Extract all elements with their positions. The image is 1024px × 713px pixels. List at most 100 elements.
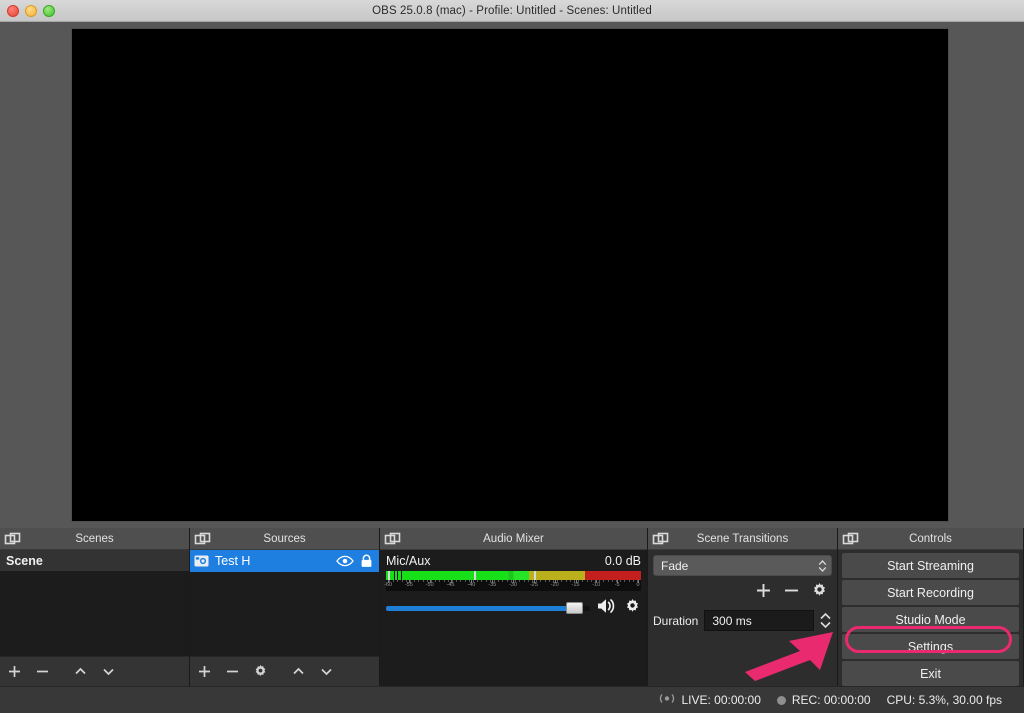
meter-minor-tick	[578, 580, 580, 582]
meter-minor-tick	[485, 580, 487, 582]
lock-icon[interactable]	[360, 554, 373, 568]
meter-minor-tick	[540, 580, 542, 582]
scenes-list[interactable]: Scene	[0, 550, 189, 656]
sources-toolbar	[190, 656, 379, 686]
float-dock-icon[interactable]	[384, 531, 401, 547]
duration-input[interactable]: 300 ms	[704, 610, 814, 631]
speaker-icon[interactable]	[596, 597, 618, 618]
meter-peak-marker	[534, 571, 536, 580]
meter-minor-tick	[624, 580, 626, 582]
transitions-dock-title: Scene Transitions	[696, 532, 789, 545]
settings-button[interactable]: Settings	[842, 634, 1019, 659]
meter-minor-tick	[468, 580, 470, 582]
meter-minor-tick	[569, 580, 571, 582]
exit-button[interactable]: Exit	[842, 661, 1019, 686]
sources-dock: Sources Test H	[189, 528, 379, 686]
meter-minor-tick	[389, 580, 390, 582]
float-dock-icon[interactable]	[842, 531, 859, 547]
mixer-settings-gear-icon[interactable]	[624, 598, 641, 618]
meter-minor-tick	[582, 580, 584, 582]
minimize-button[interactable]	[25, 5, 37, 17]
start-streaming-button[interactable]: Start Streaming	[842, 553, 1019, 578]
move-source-up-button[interactable]	[284, 658, 312, 686]
source-list-item[interactable]: Test H	[190, 550, 379, 572]
transition-buttons	[653, 582, 828, 602]
slider-handle[interactable]	[565, 601, 583, 614]
meter-minor-tick	[502, 580, 504, 582]
studio-mode-button[interactable]: Studio Mode	[842, 607, 1019, 632]
start-recording-button[interactable]: Start Recording	[842, 580, 1019, 605]
meter-minor-tick	[410, 580, 412, 582]
transitions-body: Fade Duration 300 ms	[648, 550, 837, 686]
mixer-channel-name: Mic/Aux	[386, 554, 431, 568]
duration-label: Duration	[653, 613, 699, 628]
remove-source-button[interactable]	[218, 658, 246, 686]
meter-minor-tick	[573, 580, 575, 582]
audio-level-meter	[386, 571, 641, 580]
volume-slider[interactable]	[386, 601, 590, 615]
close-button[interactable]	[7, 5, 19, 17]
meter-minor-tick	[611, 580, 613, 582]
meter-minor-tick	[607, 580, 609, 582]
meter-minor-tick	[586, 580, 588, 582]
float-dock-icon[interactable]	[194, 531, 211, 547]
transition-properties-gear-icon[interactable]	[811, 582, 828, 602]
transition-select[interactable]: Fade	[653, 555, 832, 576]
slider-fill	[386, 605, 568, 611]
eye-icon[interactable]	[336, 555, 354, 567]
spinner-arrows-icon[interactable]	[819, 611, 832, 630]
scenes-dock-title: Scenes	[75, 532, 114, 545]
float-dock-icon[interactable]	[4, 531, 21, 547]
meter-minor-tick	[506, 580, 508, 582]
remove-transition-button[interactable]	[783, 582, 800, 602]
meter-tick-label: 0	[636, 582, 640, 588]
meter-minor-tick	[452, 580, 454, 582]
move-scene-up-button[interactable]	[66, 658, 94, 686]
window-controls[interactable]	[7, 5, 55, 17]
live-status: LIVE: 00:00:00	[659, 692, 761, 708]
sources-list[interactable]: Test H	[190, 550, 379, 656]
dock-row: Scenes Scene Sources Test H Audio Mixer …	[0, 528, 1024, 686]
duration-row: Duration 300 ms	[653, 610, 832, 631]
move-source-down-button[interactable]	[312, 658, 340, 686]
remove-scene-button[interactable]	[28, 658, 56, 686]
meter-minor-tick	[393, 580, 395, 582]
scene-list-item[interactable]: Scene	[0, 550, 189, 571]
meter-tick-label: -10	[592, 582, 601, 588]
meter-minor-tick	[397, 580, 399, 582]
scenes-toolbar	[0, 656, 189, 686]
meter-minor-tick	[523, 580, 525, 582]
source-properties-gear-icon[interactable]	[246, 658, 274, 686]
source-item-label: Test H	[215, 554, 251, 568]
image-source-icon	[194, 554, 209, 568]
meter-tick-label: -60	[384, 582, 392, 588]
mixer-dock-title: Audio Mixer	[483, 532, 544, 545]
meter-minor-tick	[565, 580, 567, 582]
add-transition-button[interactable]	[755, 582, 772, 602]
controls-dock: Controls Start Streaming Start Recording…	[837, 528, 1023, 686]
meter-minor-tick	[590, 580, 592, 582]
meter-tick-label: -55	[404, 582, 413, 588]
mixer-channel: Mic/Aux 0.0 dB -60 -55 -50 -45 -40 -35 -30 -25-…	[380, 550, 647, 686]
preview-area[interactable]	[0, 22, 1024, 528]
add-scene-button[interactable]	[0, 658, 28, 686]
mixer-channel-header: Mic/Aux 0.0 dB	[386, 554, 641, 568]
meter-tick-label: -40	[467, 582, 476, 588]
meter-minor-tick	[481, 580, 483, 582]
move-scene-down-button[interactable]	[94, 658, 122, 686]
meter-minor-tick	[531, 580, 533, 582]
scene-transitions-dock: Scene Transitions Fade Duration 300 ms	[647, 528, 837, 686]
duration-spinbox[interactable]: 300 ms	[704, 610, 832, 631]
add-source-button[interactable]	[190, 658, 218, 686]
meter-minor-tick	[498, 580, 500, 582]
meter-minor-tick	[536, 580, 538, 582]
meter-minor-tick	[544, 580, 546, 582]
title-bar: OBS 25.0.8 (mac) - Profile: Untitled - S…	[0, 0, 1024, 22]
float-dock-icon[interactable]	[652, 531, 669, 547]
preview-canvas[interactable]	[72, 29, 948, 521]
scenes-dock: Scenes Scene	[0, 528, 189, 686]
meter-tick-label: -35	[488, 582, 497, 588]
controls-body: Start Streaming Start Recording Studio M…	[838, 550, 1023, 686]
maximize-button[interactable]	[43, 5, 55, 17]
meter-minor-tick	[557, 580, 559, 582]
